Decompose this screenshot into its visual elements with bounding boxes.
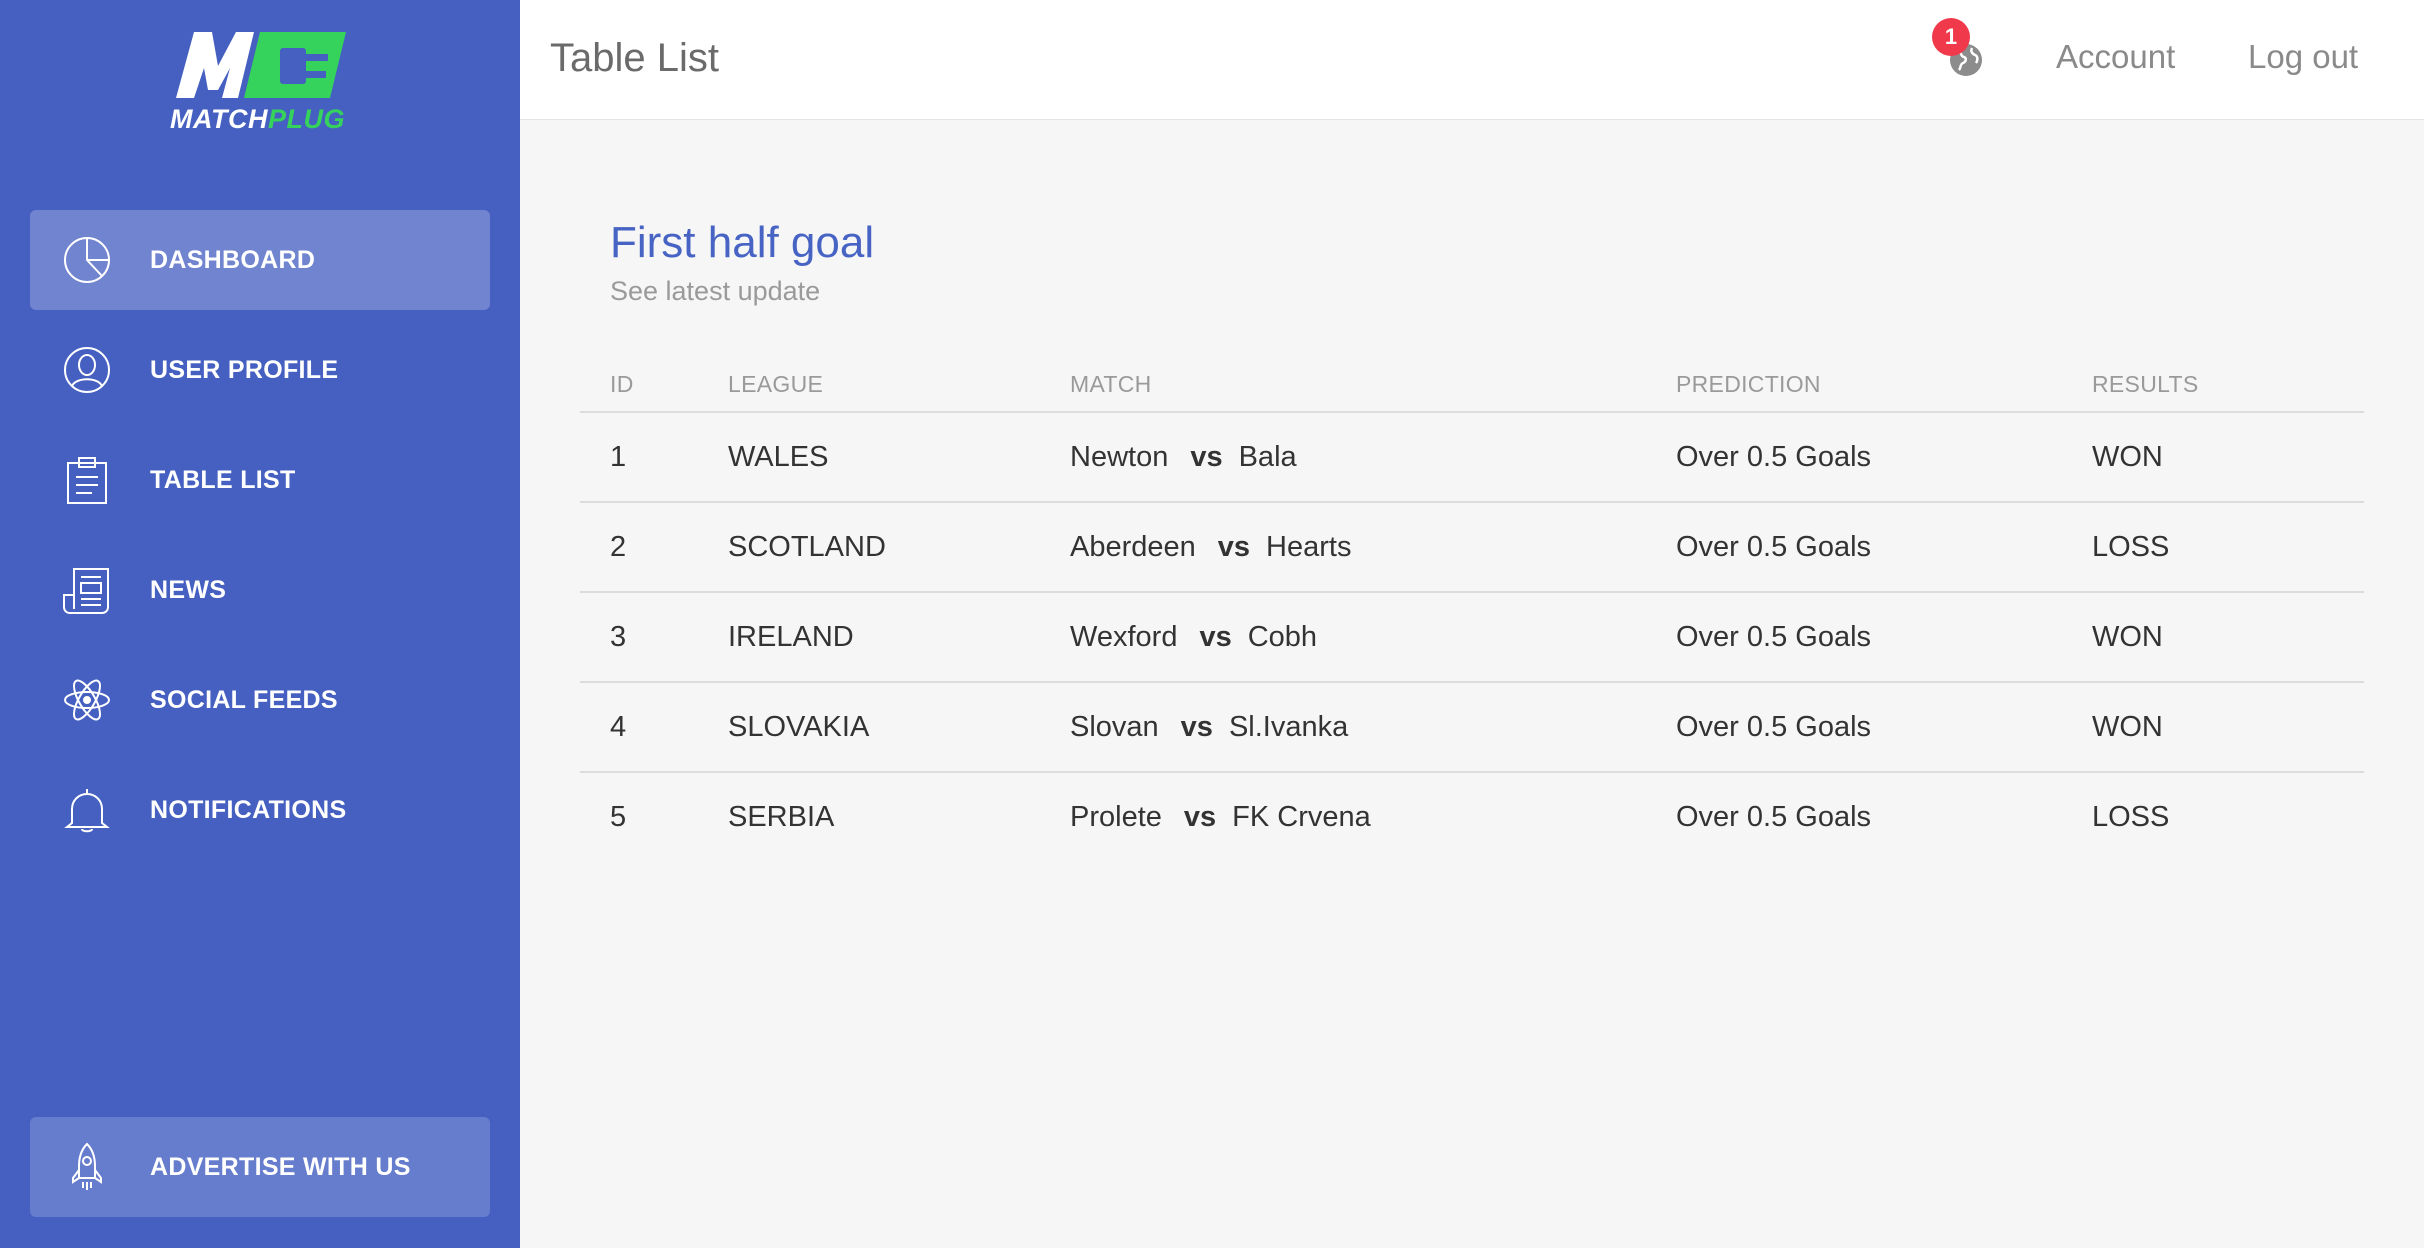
cell-league: SLOVAKIA (728, 711, 870, 743)
away-team: FK Crvena (1232, 801, 1371, 833)
cell-league: SCOTLAND (728, 531, 886, 563)
cell-match: Aberdeen vs Hearts (1070, 531, 1351, 564)
sidebar-item-notifications[interactable]: NOTIFICATIONS (30, 760, 490, 860)
cell-league: IRELAND (728, 621, 854, 653)
pie-chart-icon (62, 235, 112, 285)
sidebar-item-label: NEWS (150, 575, 227, 604)
sidebar: MATCHPLUG DASHBOARD USER PROFILE TABLE L… (0, 0, 520, 1248)
advertise-button[interactable]: ADVERTISE WITH US (30, 1117, 490, 1217)
vs-label: vs (1183, 801, 1217, 833)
card-subtitle: See latest update (610, 276, 821, 306)
table-row: 5 SERBIA Prolete vs FK Crvena Over 0.5 Goa… (580, 773, 2364, 863)
away-team: Cobh (1247, 621, 1318, 653)
rocket-icon (62, 1142, 112, 1192)
cell-match: Newton vs Bala (1070, 441, 1297, 474)
home-team: Aberdeen (1070, 531, 1196, 563)
table-row: 2 SCOTLAND Aberdeen vs Hearts Over 0.5 Goa… (580, 503, 2364, 593)
cell-result: LOSS (2092, 531, 2170, 563)
vs-label: vs (1217, 531, 1251, 563)
cell-prediction: Over 0.5 Goals (1676, 531, 1872, 563)
table-header: ID LEAGUE MATCH PREDICTION RESULTS (580, 365, 2364, 413)
home-team: Slovan (1070, 711, 1159, 743)
clipboard-icon (62, 455, 112, 505)
card-title: First half goal (610, 218, 875, 267)
matchplug-logo[interactable]: MATCHPLUG (168, 26, 348, 136)
atom-icon (62, 675, 112, 725)
cell-id: 1 (610, 441, 627, 473)
cell-prediction: Over 0.5 Goals (1676, 621, 1872, 653)
column-header-league: LEAGUE (728, 371, 824, 397)
cell-prediction: Over 0.5 Goals (1676, 711, 1872, 743)
sidebar-item-dashboard[interactable]: DASHBOARD (30, 210, 490, 310)
away-team: Sl.Ivanka (1228, 711, 1349, 743)
sidebar-item-label: NOTIFICATIONS (150, 795, 347, 824)
table-row: 3 IRELAND Wexford vs Cobh Over 0.5 Goals W… (580, 593, 2364, 683)
user-icon (62, 345, 112, 395)
table-row: 4 SLOVAKIA Slovan vs Sl.Ivanka Over 0.5 Go… (580, 683, 2364, 773)
cell-match: Prolete vs FK Crvena (1070, 801, 1371, 834)
cell-prediction: Over 0.5 Goals (1676, 801, 1872, 833)
home-team: Prolete (1070, 801, 1162, 833)
table-row: 1 WALES Newton vs Bala Over 0.5 Goals WON (580, 413, 2364, 503)
column-header-match: MATCH (1070, 371, 1152, 397)
top-navbar: Table List 1 Account Log out (520, 0, 2424, 120)
page-title: Table List (550, 36, 719, 80)
home-team: Wexford (1070, 621, 1178, 653)
cell-prediction: Over 0.5 Goals (1676, 441, 1872, 473)
sidebar-item-label: TABLE LIST (150, 465, 296, 494)
sidebar-item-table-list[interactable]: TABLE LIST (30, 430, 490, 530)
cell-match: Slovan vs Sl.Ivanka (1070, 711, 1348, 744)
cell-id: 2 (610, 531, 627, 563)
away-team: Bala (1238, 441, 1297, 473)
cell-id: 3 (610, 621, 627, 653)
logout-link[interactable]: Log out (2248, 38, 2358, 76)
cell-id: 5 (610, 801, 627, 833)
logo-wordmark: MATCHPLUG (170, 104, 345, 134)
sidebar-item-label: SOCIAL FEEDS (150, 685, 338, 714)
notification-badge[interactable]: 1 (1932, 18, 1970, 56)
cell-league: WALES (728, 441, 829, 473)
sidebar-item-label: USER PROFILE (150, 355, 339, 384)
sidebar-item-social-feeds[interactable]: SOCIAL FEEDS (30, 650, 490, 750)
sidebar-item-user-profile[interactable]: USER PROFILE (30, 320, 490, 420)
cell-result: WON (2092, 621, 2163, 653)
column-header-prediction: PREDICTION (1676, 371, 1821, 397)
advertise-label: ADVERTISE WITH US (150, 1152, 411, 1181)
cell-league: SERBIA (728, 801, 835, 833)
newspaper-icon (62, 565, 112, 615)
cell-result: WON (2092, 711, 2163, 743)
cell-result: LOSS (2092, 801, 2170, 833)
account-link[interactable]: Account (2056, 38, 2175, 76)
cell-result: WON (2092, 441, 2163, 473)
vs-label: vs (1180, 711, 1213, 743)
away-team: Hearts (1266, 531, 1352, 563)
cell-id: 4 (610, 711, 627, 743)
sidebar-item-label: DASHBOARD (150, 245, 316, 274)
vs-label: vs (1190, 441, 1223, 473)
column-header-id: ID (610, 371, 634, 397)
logo-mark-icon (176, 32, 346, 98)
column-header-results: RESULTS (2092, 371, 2199, 397)
vs-label: vs (1199, 621, 1232, 653)
home-team: Newton (1070, 441, 1169, 473)
bell-icon (62, 785, 112, 835)
cell-match: Wexford vs Cobh (1070, 621, 1317, 654)
sidebar-item-news[interactable]: NEWS (30, 540, 490, 640)
